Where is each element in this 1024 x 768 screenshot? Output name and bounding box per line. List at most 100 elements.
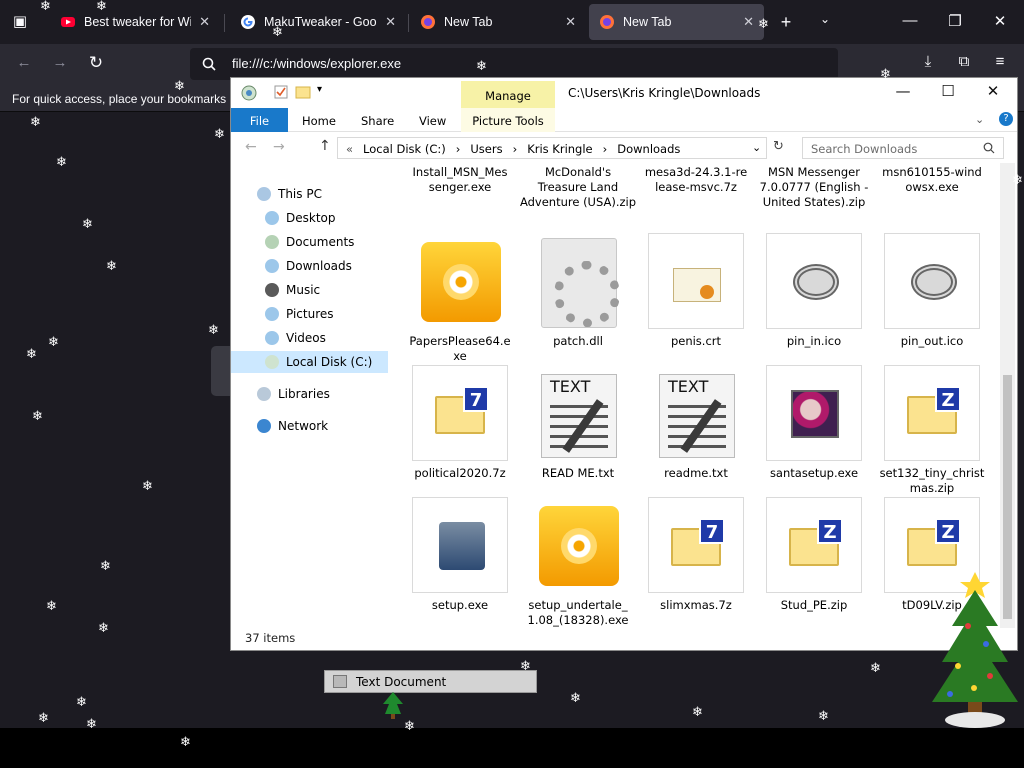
file-item[interactable]: penis.crt <box>637 233 755 349</box>
restore-icon[interactable]: ❐ <box>945 12 965 30</box>
address-row: ← → ↑ « Local Disk (C:) › Users › Kris Kri… <box>231 133 1017 163</box>
file-name: pin_out.ico <box>900 334 964 348</box>
file-item[interactable]: 7 political2020.7z <box>401 365 519 481</box>
bottom-black-strip <box>0 728 1024 768</box>
tab-picture-tools[interactable]: Picture Tools <box>461 108 555 132</box>
nav-videos[interactable]: Videos <box>265 327 326 349</box>
quick-access-dropdown-icon[interactable]: ▾ <box>317 84 322 95</box>
file-item[interactable]: PapersPlease64.e xe <box>401 233 519 364</box>
nav-this-pc[interactable]: This PC <box>257 183 322 205</box>
file-item[interactable]: msn610155-wind owsx.exe <box>873 165 991 195</box>
reload-icon[interactable]: ↻ <box>86 53 106 73</box>
forward-icon[interactable]: → <box>273 139 285 155</box>
file-explorer-window: ▾ Manage C:\Users\Kris Kringle\Downloads… <box>231 78 1017 650</box>
file-item[interactable]: Z Stud_PE.zip <box>755 497 873 613</box>
manage-tab[interactable]: Manage <box>461 81 555 108</box>
firefox-icon <box>600 15 614 29</box>
nav-desktop[interactable]: Desktop <box>265 207 336 229</box>
nav-libraries[interactable]: Libraries <box>257 383 330 405</box>
nav-local-disk[interactable]: Local Disk (C:) <box>231 351 388 373</box>
help-icon[interactable]: ? <box>999 112 1013 126</box>
search-input[interactable]: Search Downloads <box>802 137 1004 159</box>
address-dropdown-icon[interactable]: ⌄ <box>752 141 761 154</box>
url-bar[interactable]: file:///c:/windows/explorer.exe <box>190 48 838 80</box>
extensions-icon[interactable]: ⧉ <box>954 53 974 70</box>
file-item[interactable]: Install_MSN_Mes senger.exe <box>401 165 519 195</box>
libraries-icon <box>257 387 271 401</box>
browser-tab-4[interactable]: New Tab ✕ <box>589 4 764 40</box>
snowflake-icon: ❄ <box>32 409 43 424</box>
close-window-icon[interactable]: ✕ <box>990 12 1010 30</box>
close-tab-icon[interactable]: ✕ <box>743 14 754 30</box>
7z-archive-icon: 7 <box>648 497 744 593</box>
tab-home[interactable]: Home <box>302 114 336 128</box>
new-tab-icon[interactable]: + <box>776 12 796 33</box>
file-item[interactable]: setup_undertale_ 1.08_(18328).exe <box>519 497 637 628</box>
file-item[interactable]: mesa3d-24.3.1-re lease-msvc.7z <box>637 165 755 195</box>
snowflake-icon: ❄ <box>214 127 225 142</box>
forward-icon[interactable]: → <box>50 54 70 71</box>
nav-downloads[interactable]: Downloads <box>265 255 352 277</box>
chevron-down-icon[interactable]: ⌄ <box>975 113 984 126</box>
minimize-icon[interactable]: — <box>900 12 920 29</box>
file-item[interactable]: patch.dll <box>519 233 637 349</box>
close-icon[interactable]: ✕ <box>973 82 1013 100</box>
file-item[interactable]: MSN Messenger 7.0.0777 (English - United… <box>755 165 873 210</box>
dll-icon <box>530 233 626 329</box>
file-list: Install_MSN_Mes senger.exe McDonald's Tr… <box>401 163 999 628</box>
breadcrumb-overflow[interactable]: « <box>346 142 353 156</box>
breadcrumb-item[interactable]: Local Disk (C:) <box>363 142 446 156</box>
file-name: set132_tiny_christ mas.zip <box>879 466 985 495</box>
menu-icon[interactable]: ≡ <box>990 53 1010 70</box>
nav-network[interactable]: Network <box>257 415 328 437</box>
nav-music[interactable]: Music <box>265 279 320 301</box>
file-item[interactable]: McDonald's Treasure Land Adventure (USA)… <box>519 165 637 210</box>
breadcrumb-item[interactable]: Downloads <box>617 142 680 156</box>
nav-label: Downloads <box>286 259 352 273</box>
back-icon[interactable]: ← <box>14 54 34 71</box>
file-item[interactable]: setup.exe <box>401 497 519 613</box>
tab-separator <box>408 14 409 32</box>
tab-file[interactable]: File <box>231 108 288 132</box>
tab-share[interactable]: Share <box>361 114 394 128</box>
address-bar[interactable]: « Local Disk (C:) › Users › Kris Kringle › … <box>337 137 767 159</box>
file-item[interactable]: Z set132_tiny_christ mas.zip <box>873 365 991 496</box>
breadcrumb-item[interactable]: Users <box>470 142 502 156</box>
snowflake-icon: ❄ <box>818 709 829 724</box>
browser-tab-1[interactable]: Best tweaker for Windo ✕ <box>50 4 220 40</box>
close-tab-icon[interactable]: ✕ <box>565 14 576 30</box>
zip-archive-icon: Z <box>766 497 862 593</box>
file-item[interactable]: 7 slimxmas.7z <box>637 497 755 613</box>
up-icon[interactable]: ↑ <box>319 138 331 154</box>
properties-icon[interactable] <box>273 84 289 100</box>
nav-pictures[interactable]: Pictures <box>265 303 334 325</box>
back-icon[interactable]: ← <box>245 139 257 155</box>
breadcrumb-item[interactable]: Kris Kringle <box>527 142 592 156</box>
file-name: msn610155-wind owsx.exe <box>882 165 982 194</box>
download-icon[interactable]: ⤓ <box>918 53 938 70</box>
new-folder-icon[interactable] <box>295 85 311 99</box>
browser-tab-2[interactable]: MakuTweaker - Google ✕ <box>230 4 406 40</box>
nav-label: Videos <box>286 331 326 345</box>
snowflake-icon: ❄ <box>56 155 67 170</box>
file-item[interactable]: TEXT READ ME.txt <box>519 365 637 481</box>
refresh-icon[interactable]: ↻ <box>773 139 784 154</box>
file-item[interactable]: santasetup.exe <box>755 365 873 481</box>
tab-view[interactable]: View <box>419 114 446 128</box>
snowflake-icon: ❄ <box>76 695 87 710</box>
file-item[interactable]: pin_in.ico <box>755 233 873 349</box>
close-tab-icon[interactable]: ✕ <box>385 14 396 30</box>
vertical-scrollbar[interactable] <box>1000 163 1015 628</box>
tab-list-icon[interactable]: ▣ <box>8 12 32 30</box>
file-name: pin_in.ico <box>786 334 842 348</box>
chevron-down-icon[interactable]: ⌄ <box>815 12 835 26</box>
maximize-icon[interactable]: ☐ <box>928 82 968 100</box>
file-item[interactable]: TEXT readme.txt <box>637 365 755 481</box>
nav-documents[interactable]: Documents <box>265 231 354 253</box>
tab-title: New Tab <box>444 15 493 29</box>
file-item[interactable]: pin_out.ico <box>873 233 991 349</box>
close-tab-icon[interactable]: ✕ <box>199 14 210 30</box>
browser-tab-3[interactable]: New Tab ✕ <box>410 4 586 40</box>
snowflake-icon: ❄ <box>870 661 881 676</box>
minimize-icon[interactable]: — <box>883 82 923 100</box>
